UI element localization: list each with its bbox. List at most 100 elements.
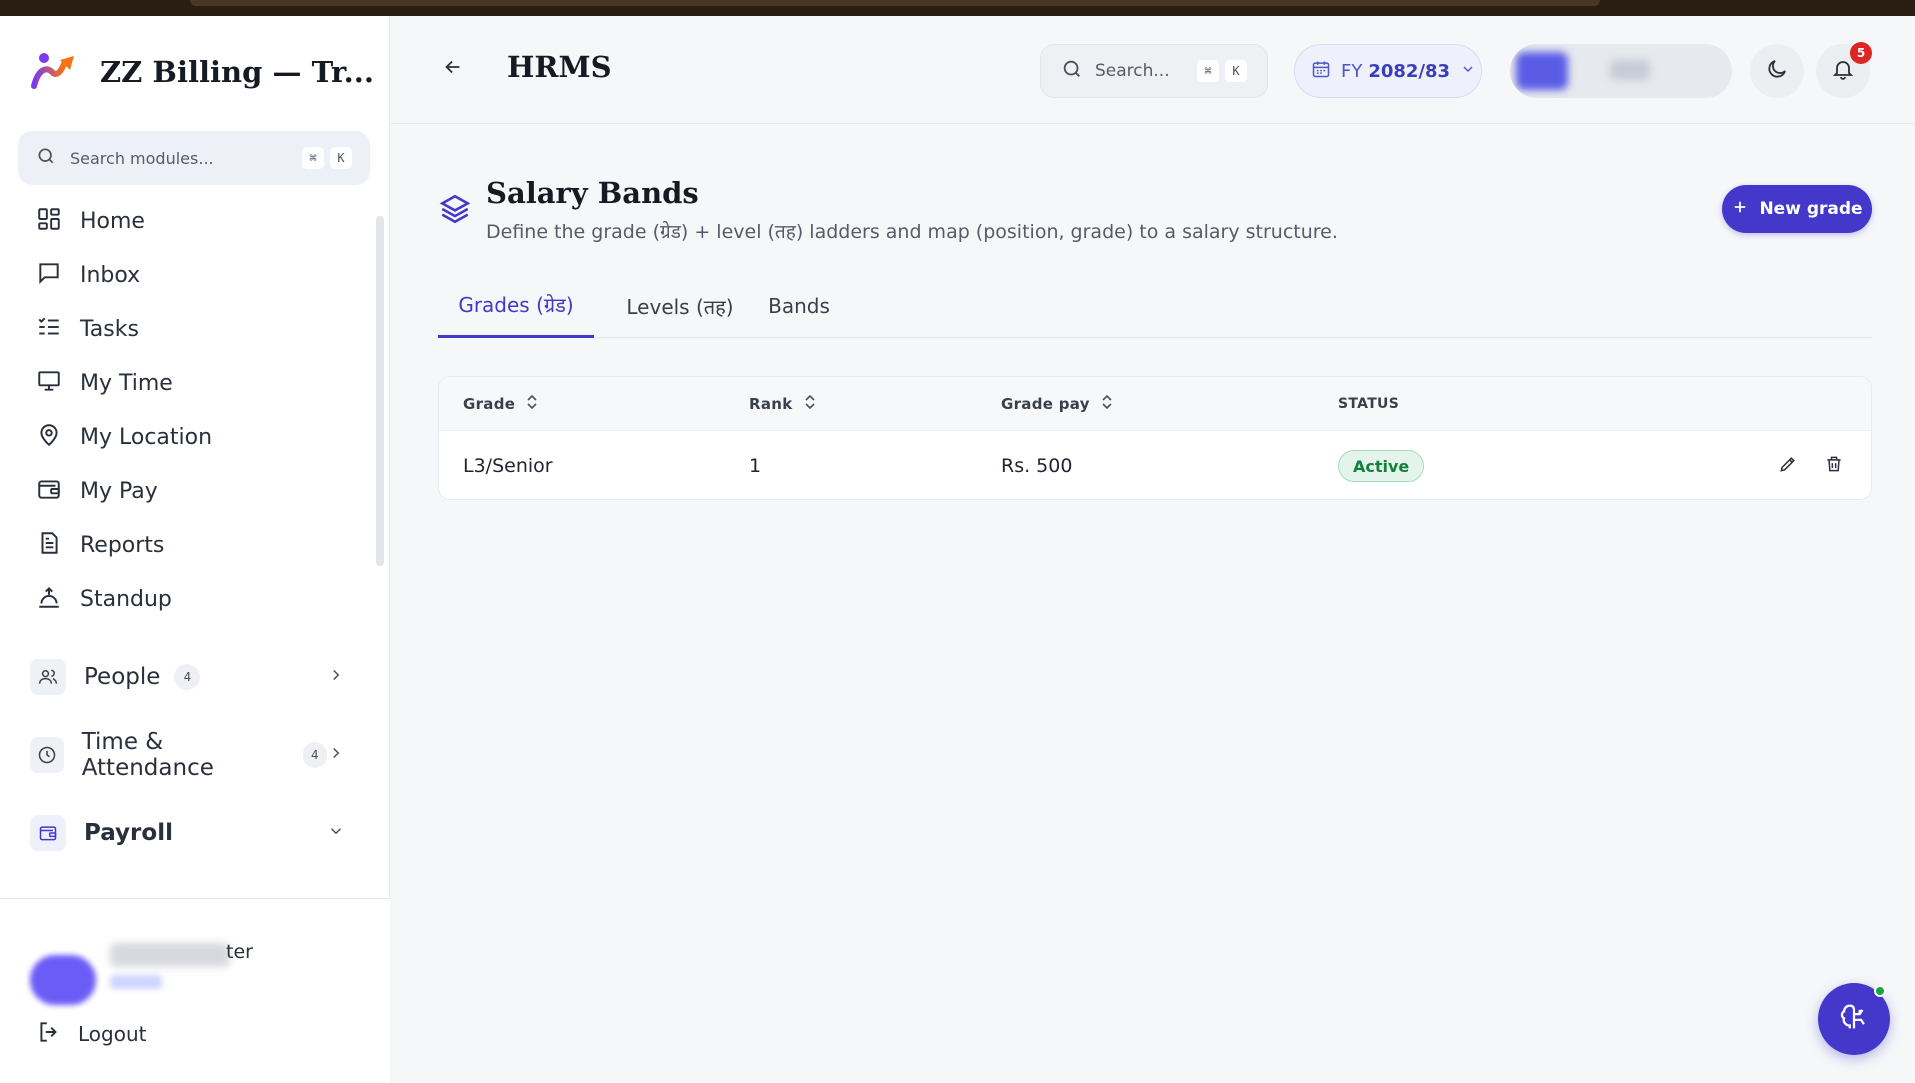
plus-icon	[1731, 198, 1749, 221]
count-badge: 4	[302, 742, 327, 768]
ai-brain-icon	[1837, 1000, 1871, 1038]
user-name: ter	[226, 941, 253, 963]
sidebar-item-label: My Time	[80, 370, 173, 396]
sidebar-item-home[interactable]: Home	[36, 201, 145, 241]
theme-toggle-button[interactable]	[1750, 44, 1804, 98]
fiscal-year-select[interactable]: FY 2082/83	[1294, 44, 1482, 98]
chevron-down-icon	[327, 822, 345, 844]
column-header-rank[interactable]: Rank	[749, 377, 817, 431]
sunrise-icon	[36, 584, 62, 614]
global-search-placeholder: Search...	[1095, 61, 1170, 81]
sidebar-nav: Home Inbox Tasks My Time My Location My …	[0, 201, 390, 901]
user-name-redacted	[110, 943, 230, 967]
sidebar-footer: ter Logout	[0, 898, 390, 1083]
column-label: Grade	[463, 395, 516, 413]
sidebar-item-inbox[interactable]: Inbox	[36, 255, 140, 295]
sidebar-item-standup[interactable]: Standup	[36, 579, 172, 619]
monitor-icon	[36, 368, 62, 398]
sidebar-group-label: Time & Attendance	[81, 729, 214, 781]
online-status-dot	[1874, 985, 1886, 997]
logout-label: Logout	[78, 1022, 147, 1046]
grades-table: Grade Rank Grade pay STATUS L3/Senior 1 …	[438, 376, 1872, 500]
sidebar-scrollbar[interactable]	[376, 216, 384, 566]
logout-button[interactable]: Logout	[36, 1019, 146, 1049]
status-badge: Active	[1338, 450, 1425, 482]
sidebar-item-label: My Location	[80, 424, 213, 450]
new-grade-label: New grade	[1759, 199, 1863, 219]
checklist-icon	[36, 314, 62, 344]
sidebar-item-my-time[interactable]: My Time	[36, 363, 173, 403]
count-badge: 4	[174, 664, 201, 690]
message-icon	[36, 260, 62, 290]
table-row[interactable]: L3/Senior 1 Rs. 500 Active	[439, 431, 1871, 499]
layers-icon	[438, 192, 472, 230]
sidebar-item-label: My Pay	[80, 478, 158, 504]
sidebar-group-time-attendance[interactable]: Time & Attendance 4	[30, 729, 345, 781]
top-header: HRMS Search... ⌘ K FY 2082/83 5	[390, 16, 1915, 124]
chevron-right-icon	[327, 744, 345, 766]
grid-icon	[36, 206, 62, 236]
wallet-icon	[36, 476, 62, 506]
location-pin-icon	[36, 422, 62, 452]
delete-button[interactable]	[1819, 451, 1849, 481]
tab-bands[interactable]: Bands	[764, 274, 834, 338]
kbd-k: K	[1225, 60, 1247, 82]
new-grade-button[interactable]: New grade	[1722, 185, 1872, 233]
pencil-icon	[1778, 454, 1798, 478]
browser-top-strip	[0, 0, 1915, 16]
sidebar-item-label: Inbox	[80, 262, 141, 288]
column-header-grade[interactable]: Grade	[463, 377, 539, 431]
calendar-icon	[1311, 59, 1331, 83]
cell-rank: 1	[749, 455, 762, 477]
sort-icon	[1100, 394, 1114, 414]
sidebar-search-placeholder: Search modules...	[70, 148, 214, 168]
edit-button[interactable]	[1773, 451, 1803, 481]
sidebar-group-payroll[interactable]: Payroll	[30, 811, 345, 855]
sidebar-search-input[interactable]: Search modules... ⌘ K	[18, 131, 370, 185]
avatar[interactable]	[30, 955, 96, 1005]
chevron-down-icon	[1460, 61, 1476, 81]
sidebar-item-tasks[interactable]: Tasks	[36, 309, 139, 349]
sidebar-item-my-pay[interactable]: My Pay	[36, 471, 158, 511]
table-header: Grade Rank Grade pay STATUS	[439, 377, 1871, 431]
kbd-command: ⌘	[302, 147, 324, 169]
tab-levels[interactable]: Levels (तह)	[612, 274, 748, 338]
logout-icon	[36, 1019, 62, 1049]
search-icon	[36, 146, 56, 170]
global-search-input[interactable]: Search... ⌘ K	[1040, 44, 1268, 98]
users-icon	[30, 659, 66, 695]
trash-icon	[1824, 454, 1844, 478]
sidebar-group-people[interactable]: People 4	[30, 655, 345, 699]
brand[interactable]: ZZ Billing — Tr...	[30, 50, 374, 94]
wallet-icon	[30, 815, 66, 851]
main-content: Salary Bands Define the grade (ग्रेड) + …	[390, 124, 1915, 1083]
notifications-button[interactable]: 5	[1816, 42, 1872, 98]
sidebar-item-my-location[interactable]: My Location	[36, 417, 212, 457]
document-icon	[36, 530, 62, 560]
company-switcher-redacted[interactable]	[1510, 44, 1732, 98]
back-button[interactable]	[438, 54, 468, 84]
column-header-grade-pay[interactable]: Grade pay	[1001, 377, 1114, 431]
tab-grades[interactable]: Grades (ग्रेड)	[438, 274, 594, 338]
sidebar-item-reports[interactable]: Reports	[36, 525, 164, 565]
brand-logo-icon	[30, 50, 82, 94]
clock-icon	[30, 737, 64, 773]
page-title: HRMS	[507, 50, 612, 84]
cell-grade-pay: Rs. 500	[1001, 455, 1073, 477]
search-icon	[1061, 58, 1083, 84]
kbd-command: ⌘	[1197, 60, 1219, 82]
moon-icon	[1765, 57, 1789, 85]
section-description: Define the grade (ग्रेड) + level (तह) la…	[486, 221, 1338, 243]
fiscal-year-value: 2082/83	[1368, 60, 1451, 82]
column-header-status: STATUS	[1338, 377, 1399, 431]
fiscal-year-prefix: FY	[1341, 60, 1363, 82]
chevron-right-icon	[327, 666, 345, 688]
sidebar-item-label: Home	[80, 208, 145, 234]
assistant-fab-button[interactable]	[1818, 983, 1890, 1055]
section-title: Salary Bands	[486, 176, 699, 210]
sidebar-item-label: Reports	[80, 532, 165, 558]
brand-title: ZZ Billing — Tr...	[100, 55, 374, 89]
sidebar: ZZ Billing — Tr... Search modules... ⌘ K…	[0, 16, 390, 1083]
arrow-left-icon	[442, 56, 464, 82]
notification-count-badge: 5	[1850, 42, 1872, 64]
